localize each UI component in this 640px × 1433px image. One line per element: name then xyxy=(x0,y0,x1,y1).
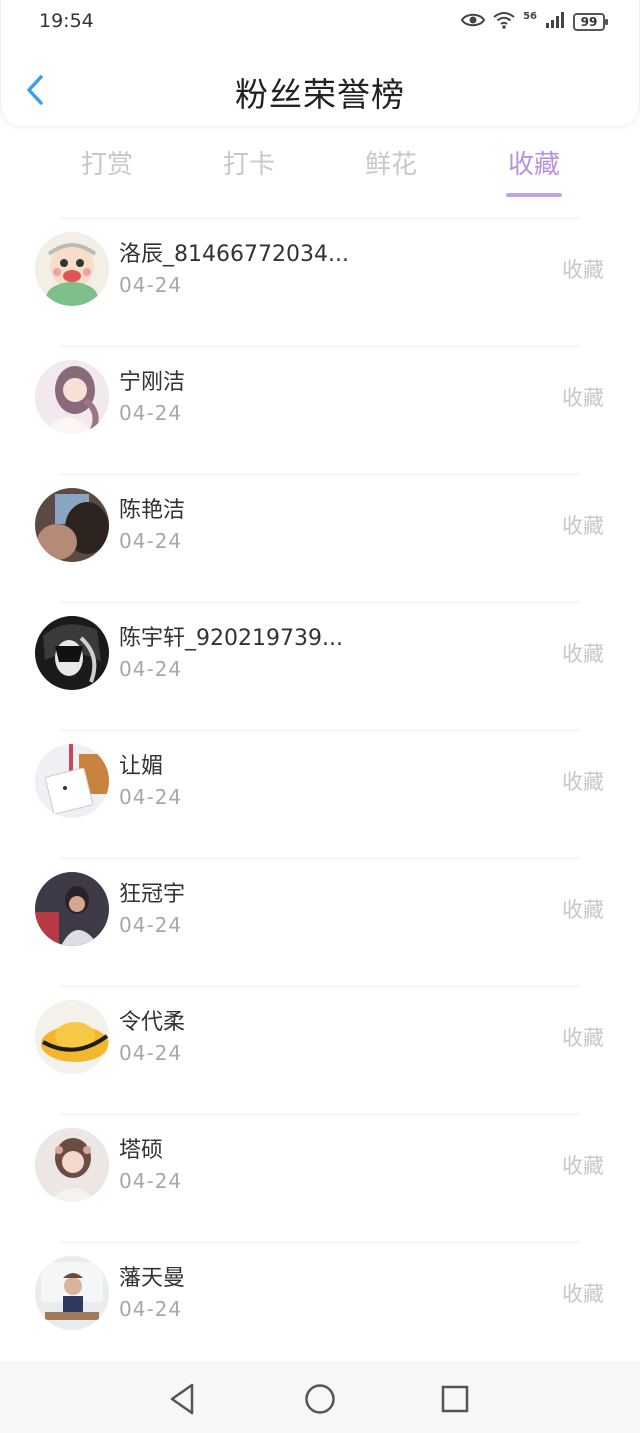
item-date: 04-24 xyxy=(119,401,183,425)
user-name: 藩天曼 xyxy=(119,1266,186,1291)
item-date: 04-24 xyxy=(119,1041,183,1065)
nav-home-button[interactable] xyxy=(302,1381,338,1417)
list-item[interactable]: 让媚 04-24 收藏 xyxy=(0,730,640,858)
user-name: 陈宇轩_920219739... xyxy=(119,626,343,651)
user-name: 塔硕 xyxy=(119,1138,164,1163)
divider xyxy=(60,986,580,987)
nav-recents-button[interactable] xyxy=(437,1381,473,1417)
avatar[interactable] xyxy=(35,232,109,306)
battery-icon: 99 xyxy=(573,13,608,31)
active-tab-indicator xyxy=(506,193,562,197)
action-label: 收藏 xyxy=(562,514,604,538)
circle-home-icon xyxy=(302,1384,338,1421)
status-time: 19:54 xyxy=(39,10,94,32)
tab-tip[interactable]: 打赏 xyxy=(57,144,157,181)
list-item[interactable]: 洛辰_81466772034... 04-24 收藏 xyxy=(0,218,640,346)
avatar[interactable] xyxy=(35,1128,109,1202)
divider xyxy=(60,602,580,603)
item-date: 04-24 xyxy=(119,1169,183,1193)
tab-bar: 打赏 打卡 鲜花 收藏 xyxy=(0,140,640,200)
tab-checkin[interactable]: 打卡 xyxy=(199,144,299,181)
avatar[interactable] xyxy=(35,616,109,690)
action-label: 收藏 xyxy=(562,1026,604,1050)
list-item[interactable]: 塔硕 04-24 收藏 xyxy=(0,1114,640,1242)
item-date: 04-24 xyxy=(119,913,183,937)
list-item[interactable]: 令代柔 04-24 收藏 xyxy=(0,986,640,1114)
item-date: 04-24 xyxy=(119,785,183,809)
list-item[interactable]: 宁刚洁 04-24 收藏 xyxy=(0,346,640,474)
nav-back-button[interactable] xyxy=(166,1381,202,1417)
page-title: 粉丝荣誉榜 xyxy=(235,75,405,114)
divider xyxy=(60,1242,580,1243)
user-name: 让媚 xyxy=(119,754,164,779)
item-date: 04-24 xyxy=(119,1297,183,1321)
battery-level: 99 xyxy=(580,15,598,29)
signal-icon xyxy=(545,12,565,32)
triangle-back-icon xyxy=(166,1383,202,1421)
fan-list: 洛辰_81466772034... 04-24 收藏 宁刚洁 04-24 收藏 … xyxy=(0,218,640,1370)
list-item[interactable]: 陈艳洁 04-24 收藏 xyxy=(0,474,640,602)
avatar[interactable] xyxy=(35,1000,109,1074)
action-label: 收藏 xyxy=(562,258,604,282)
item-date: 04-24 xyxy=(119,273,183,297)
divider xyxy=(60,346,580,347)
action-label: 收藏 xyxy=(562,898,604,922)
list-item[interactable]: 狂冠宇 04-24 收藏 xyxy=(0,858,640,986)
user-name: 狂冠宇 xyxy=(119,882,186,907)
status-icons: 56 99 xyxy=(460,10,608,34)
divider xyxy=(60,218,580,219)
avatar[interactable] xyxy=(35,872,109,946)
avatar[interactable] xyxy=(35,1256,109,1330)
list-item[interactable]: 陈宇轩_920219739... 04-24 收藏 xyxy=(0,602,640,730)
user-name: 陈艳洁 xyxy=(119,498,186,523)
square-recents-icon xyxy=(437,1385,473,1421)
network-badge: 56 xyxy=(523,10,537,22)
divider xyxy=(60,474,580,475)
list-item[interactable]: 藩天曼 04-24 收藏 xyxy=(0,1242,640,1370)
status-bar: 19:54 56 99 xyxy=(1,0,640,44)
eye-icon xyxy=(460,12,486,32)
system-nav-bar xyxy=(0,1361,640,1433)
action-label: 收藏 xyxy=(562,1154,604,1178)
avatar[interactable] xyxy=(35,488,109,562)
top-header-card: 19:54 56 99 粉丝荣誉榜 xyxy=(0,0,640,126)
avatar[interactable] xyxy=(35,360,109,434)
action-label: 收藏 xyxy=(562,1282,604,1306)
action-label: 收藏 xyxy=(562,386,604,410)
divider xyxy=(60,858,580,859)
action-label: 收藏 xyxy=(562,770,604,794)
action-label: 收藏 xyxy=(562,642,604,666)
divider xyxy=(60,730,580,731)
wifi-icon xyxy=(493,11,515,33)
avatar[interactable] xyxy=(35,744,109,818)
tab-favorites[interactable]: 收藏 xyxy=(484,144,584,181)
item-date: 04-24 xyxy=(119,529,183,553)
tab-flowers[interactable]: 鲜花 xyxy=(341,144,441,181)
divider xyxy=(60,1114,580,1115)
item-date: 04-24 xyxy=(119,657,183,681)
user-name: 令代柔 xyxy=(119,1010,186,1035)
user-name: 洛辰_81466772034... xyxy=(119,242,349,267)
user-name: 宁刚洁 xyxy=(119,370,186,395)
